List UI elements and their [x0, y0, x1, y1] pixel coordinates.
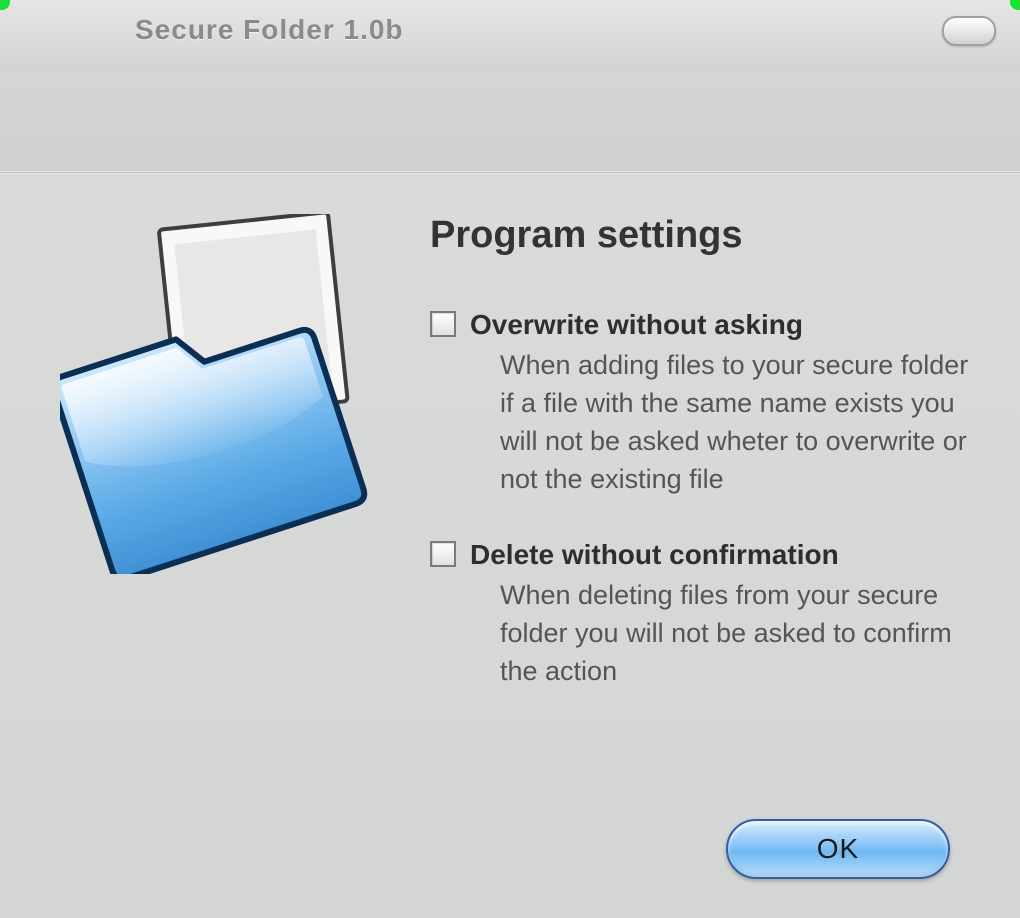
overwrite-checkbox[interactable] [430, 311, 456, 337]
overwrite-description: When adding files to your secure folder … [470, 347, 970, 498]
button-row: OK [726, 819, 950, 879]
icon-column [40, 204, 400, 918]
window-corner-right [1010, 0, 1020, 10]
delete-checkbox[interactable] [430, 541, 456, 567]
overwrite-label: Overwrite without asking [470, 307, 970, 343]
minimize-button[interactable] [942, 16, 996, 46]
toolbar-strip [0, 72, 1020, 173]
window-corner-left [0, 0, 10, 10]
settings-text-column: Program settings Overwrite without askin… [400, 204, 980, 918]
ok-button[interactable]: OK [726, 819, 950, 879]
folder-icon [60, 214, 380, 574]
window-title: Secure Folder 1.0b [135, 14, 404, 46]
panel-heading: Program settings [430, 214, 970, 257]
delete-label: Delete without confirmation [470, 537, 970, 573]
delete-description: When deleting files from your secure fol… [470, 577, 970, 690]
ok-button-label: OK [817, 833, 859, 865]
option-delete: Delete without confirmation When deletin… [430, 537, 970, 691]
titlebar: Secure Folder 1.0b [0, 0, 1020, 72]
settings-panel: Program settings Overwrite without askin… [0, 173, 1020, 918]
option-overwrite: Overwrite without asking When adding fil… [430, 307, 970, 499]
